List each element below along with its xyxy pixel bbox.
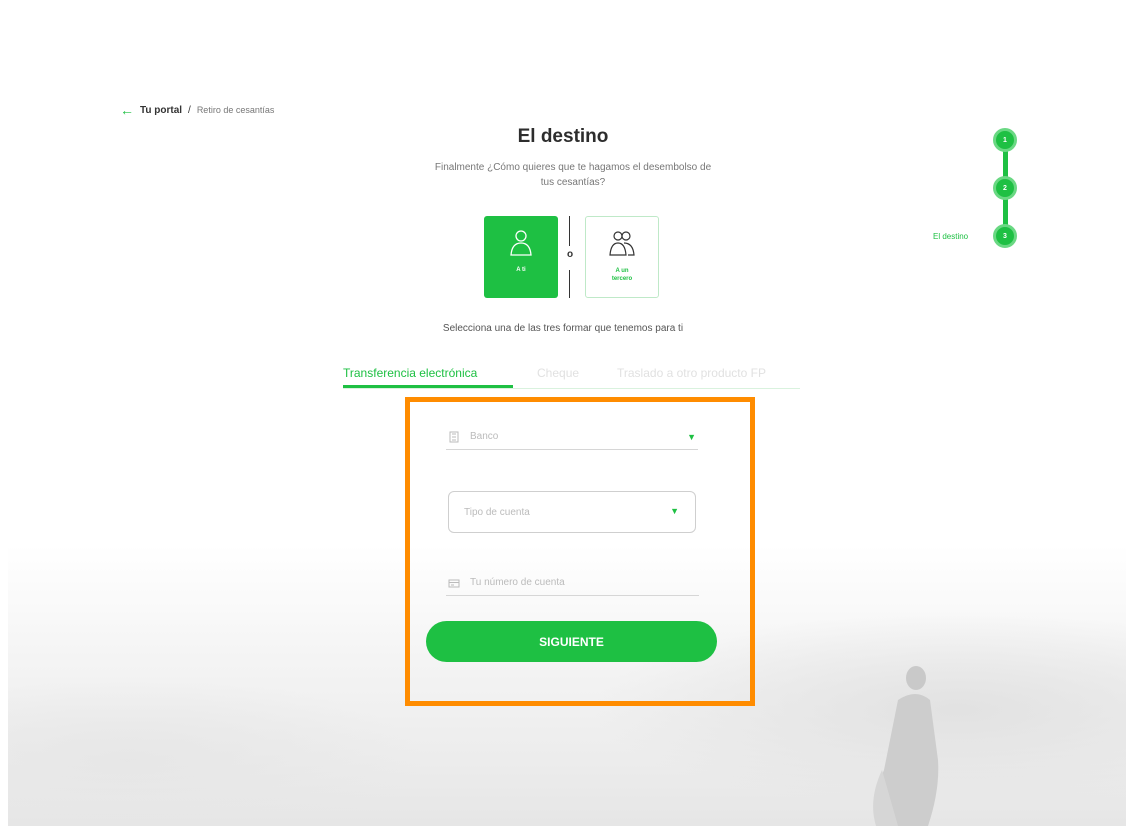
tab-traslado[interactable]: Traslado a otro producto FP xyxy=(617,366,766,380)
tipo-cuenta-placeholder: Tipo de cuenta xyxy=(464,506,530,518)
users-icon xyxy=(609,231,635,256)
left-edge xyxy=(0,0,8,826)
arrow-left-icon[interactable]: ← xyxy=(120,103,134,117)
chevron-down-icon: ▼ xyxy=(670,506,679,516)
card-icon xyxy=(448,579,460,587)
current-step-label: El destino xyxy=(933,232,969,241)
tipo-cuenta-select[interactable]: Tipo de cuenta ▼ xyxy=(448,491,696,533)
bank-icon xyxy=(449,431,459,442)
page-title: El destino xyxy=(517,126,609,147)
breadcrumb-current: Retiro de cesantías xyxy=(196,105,275,115)
destination-option-third-party-label: A un tercero xyxy=(597,267,647,283)
method-instruction: Selecciona una de las tres formar que te… xyxy=(442,323,684,334)
banco-placeholder: Banco xyxy=(470,431,499,442)
third-party-label-line-1: A un xyxy=(615,268,629,274)
numero-cuenta-input[interactable]: Tu número de cuenta xyxy=(446,570,699,596)
banco-select[interactable]: Banco ▼ xyxy=(446,424,698,450)
breadcrumb: ← Tu portal / Retiro de cesantías xyxy=(120,103,274,117)
breadcrumb-home-link[interactable]: Tu portal xyxy=(140,105,182,116)
option-divider-bottom xyxy=(569,270,570,298)
tab-transferencia[interactable]: Transferencia electrónica xyxy=(343,366,477,380)
destination-option-me-label: A ti xyxy=(516,267,526,273)
subtitle-line-1: Finalmente ¿Cómo quieres que te hagamos … xyxy=(434,162,712,173)
step-2-indicator[interactable]: 2 xyxy=(993,176,1017,200)
person-silhouette-image xyxy=(873,666,939,826)
active-tab-indicator xyxy=(343,385,513,388)
option-divider-top xyxy=(569,216,570,246)
step-3-indicator[interactable]: 3 xyxy=(993,224,1017,248)
destination-option-me[interactable]: A ti xyxy=(484,216,558,298)
third-party-label-line-2: tercero xyxy=(611,276,633,282)
siguiente-button[interactable]: SIGUIENTE xyxy=(426,621,717,662)
subtitle-line-2: tus cesantías? xyxy=(540,177,606,188)
numero-cuenta-placeholder: Tu número de cuenta xyxy=(470,577,565,588)
chevron-down-icon: ▼ xyxy=(687,432,696,442)
tab-cheque[interactable]: Cheque xyxy=(537,366,579,380)
breadcrumb-separator: / xyxy=(188,104,191,116)
page-subtitle: Finalmente ¿Cómo quieres que te hagamos … xyxy=(383,160,763,190)
option-separator: o xyxy=(566,249,574,260)
step-1-indicator[interactable]: 1 xyxy=(993,128,1017,152)
destination-option-third-party[interactable]: A un tercero xyxy=(585,216,659,298)
payment-method-tabs: Transferencia electrónica Cheque Traslad… xyxy=(343,362,800,389)
user-icon xyxy=(510,230,532,256)
